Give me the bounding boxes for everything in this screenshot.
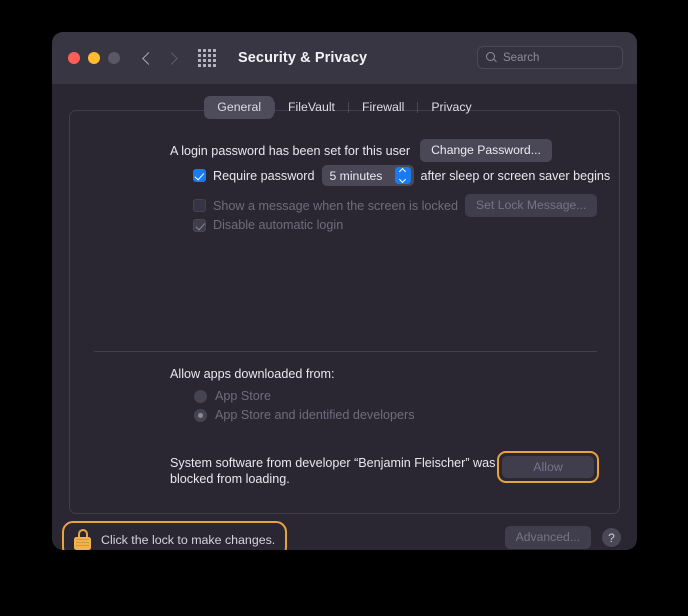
forward-button[interactable] xyxy=(165,51,178,65)
zoom-button[interactable] xyxy=(108,52,120,64)
disable-auto-login-label: Disable automatic login xyxy=(213,218,344,232)
radio-option-identified-developers: App Store and identified developers xyxy=(194,408,415,422)
lock-hint-label: Click the lock to make changes. xyxy=(101,532,276,547)
navigation-arrows xyxy=(142,51,178,65)
tab-privacy[interactable]: Privacy xyxy=(418,96,484,119)
blocked-software-message: System software from developer “Benjamin… xyxy=(170,456,496,486)
minimize-button[interactable] xyxy=(88,52,100,64)
require-password-suffix: after sleep or screen saver begins xyxy=(420,168,611,183)
security-privacy-window: Security & Privacy General FileVault Fir… xyxy=(52,32,637,550)
allow-apps-heading: Allow apps downloaded from: xyxy=(170,367,335,381)
allow-button: Allow xyxy=(502,456,594,478)
disable-auto-login-checkbox xyxy=(193,218,206,232)
radio-option-app-store: App Store xyxy=(194,389,271,403)
grid-icon[interactable] xyxy=(198,49,216,67)
search-field[interactable] xyxy=(477,46,623,69)
search-icon xyxy=(486,52,497,63)
traffic-light-group xyxy=(68,52,120,64)
identified-developers-label: App Store and identified developers xyxy=(215,408,415,422)
disable-auto-login-row: Disable automatic login xyxy=(193,218,343,232)
section-divider xyxy=(94,351,597,352)
advanced-button: Advanced... xyxy=(504,526,591,549)
identified-developers-radio xyxy=(194,408,207,422)
app-store-radio xyxy=(194,389,207,403)
stepper-icon[interactable] xyxy=(394,167,411,184)
password-status-label: A login password has been set for this u… xyxy=(170,143,411,158)
close-button[interactable] xyxy=(68,52,80,64)
tab-filevault[interactable]: FileVault xyxy=(275,96,348,119)
footer-actions: Advanced... ? xyxy=(504,526,621,549)
show-message-label: Show a message when the screen is locked xyxy=(213,198,459,213)
back-button[interactable] xyxy=(142,51,155,65)
set-lock-message-button: Set Lock Message... xyxy=(465,194,598,217)
lock-button-highlight[interactable]: Click the lock to make changes. xyxy=(62,521,288,550)
window-titlebar: Security & Privacy xyxy=(52,32,637,84)
change-password-button[interactable]: Change Password... xyxy=(420,139,552,162)
require-password-label: Require password xyxy=(213,168,315,183)
password-delay-dropdown[interactable]: 5 minutes xyxy=(321,165,414,186)
lock-closed-icon[interactable] xyxy=(74,529,91,550)
show-message-checkbox xyxy=(193,199,206,212)
require-password-checkbox[interactable] xyxy=(193,169,206,182)
general-settings-panel: A login password has been set for this u… xyxy=(69,110,620,514)
password-delay-value: 5 minutes xyxy=(329,168,383,183)
tab-bar: General FileVault Firewall Privacy xyxy=(52,96,637,119)
app-store-label: App Store xyxy=(215,389,272,403)
blocked-software-row: System software from developer “Benjamin… xyxy=(170,451,599,487)
page-title: Security & Privacy xyxy=(238,50,368,66)
search-input[interactable] xyxy=(503,51,614,64)
tab-general[interactable]: General xyxy=(204,96,275,119)
require-password-row: Require password 5 minutes after sleep o… xyxy=(193,165,610,186)
tab-firewall[interactable]: Firewall xyxy=(349,96,417,119)
show-message-row: Show a message when the screen is locked… xyxy=(193,194,598,217)
allow-button-highlight: Allow xyxy=(497,451,599,483)
help-button[interactable]: ? xyxy=(602,528,621,547)
password-status-row: A login password has been set for this u… xyxy=(170,139,552,162)
